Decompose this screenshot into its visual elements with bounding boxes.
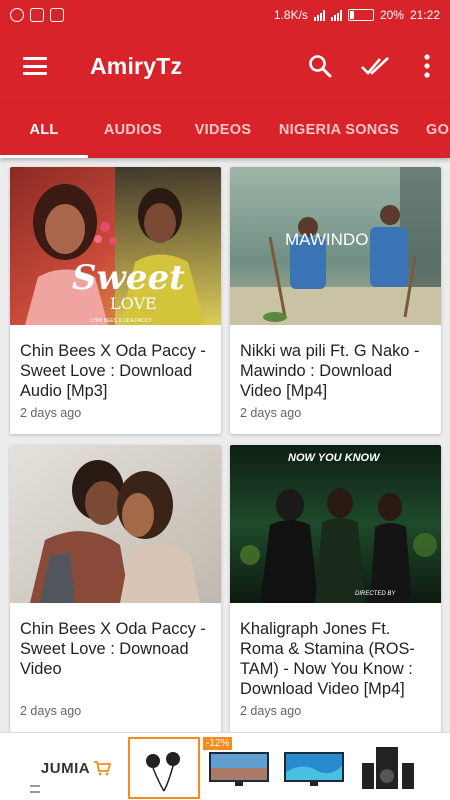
post-date: 2 days ago bbox=[20, 406, 82, 420]
battery-percent: 20% bbox=[379, 8, 404, 22]
screenshot-icon bbox=[50, 8, 64, 22]
network-speed: 1.8K/s bbox=[273, 8, 308, 22]
post-card[interactable]: MAWINDO Nikki wa pili Ft. G Nako - Mawin… bbox=[230, 167, 441, 434]
ad-brand: JUMIA bbox=[40, 759, 91, 777]
thumb-text: NOW YOU KNOW bbox=[288, 452, 381, 464]
instagram-icon bbox=[30, 8, 44, 22]
post-card[interactable]: Chin Bees X Oda Paccy - Sweet Love : Dow… bbox=[10, 445, 221, 732]
post-thumbnail bbox=[10, 445, 221, 603]
more-options-button[interactable] bbox=[404, 30, 450, 102]
ad-product-speakers[interactable] bbox=[353, 737, 423, 799]
more-vert-icon bbox=[424, 54, 430, 78]
post-title: Chin Bees X Oda Paccy - Sweet Love : Dow… bbox=[20, 342, 206, 400]
clock: 21:22 bbox=[409, 8, 440, 22]
post-thumbnail: NOW YOU KNOW DIRECTED BY bbox=[230, 445, 441, 603]
search-icon bbox=[309, 55, 332, 78]
battery-level bbox=[349, 11, 355, 19]
tv-icon-2 bbox=[284, 752, 344, 786]
earphones-icon bbox=[146, 752, 180, 792]
status-bar: 1.8K/s 20% 21:22 bbox=[0, 0, 450, 30]
signal-icon bbox=[313, 9, 325, 21]
speaker-icon bbox=[362, 747, 414, 789]
tab-audios[interactable]: AUDIOS bbox=[88, 102, 178, 158]
mark-all-read-button[interactable] bbox=[348, 30, 404, 102]
post-date: 2 days ago bbox=[240, 704, 302, 718]
post-card[interactable]: NOW YOU KNOW DIRECTED BY Khaligraph Jone… bbox=[230, 445, 441, 732]
app-bar: AmiryTz bbox=[0, 30, 450, 102]
tv-icon bbox=[209, 752, 269, 786]
battery-icon bbox=[347, 9, 374, 21]
search-button[interactable] bbox=[292, 30, 348, 102]
post-title: Nikki wa pili Ft. G Nako - Mawindo : Dow… bbox=[240, 342, 420, 400]
post-date: 2 days ago bbox=[20, 704, 82, 718]
thumb-subtext: DIRECTED BY bbox=[355, 591, 396, 597]
tab-indicator bbox=[0, 155, 88, 158]
discount-badge: -12% bbox=[203, 737, 233, 750]
menu-button[interactable] bbox=[0, 30, 70, 102]
thumb-caption: CHIN BEES X ODA PACCY bbox=[90, 318, 153, 324]
post-date: 2 days ago bbox=[240, 406, 302, 420]
thumb-text: MAWINDO bbox=[285, 230, 368, 249]
post-thumbnail: MAWINDO bbox=[230, 167, 441, 325]
cart-icon bbox=[94, 761, 112, 776]
ad-banner[interactable]: JUMIA -12% bbox=[0, 732, 450, 800]
post-title: Khaligraph Jones Ft. Roma & Stamina (ROS… bbox=[240, 620, 415, 698]
post-card[interactable]: Sweet LOVE CHIN BEES X ODA PACCY Chin Be… bbox=[10, 167, 221, 434]
thumb-text: Sweet bbox=[72, 258, 185, 298]
thumb-subtext: LOVE bbox=[110, 294, 157, 313]
signal-icon-2 bbox=[330, 9, 342, 21]
ad-product-tv[interactable] bbox=[278, 737, 350, 799]
whatsapp-icon bbox=[10, 8, 24, 22]
tab-all[interactable]: ALL bbox=[0, 102, 88, 158]
ad-info-icon[interactable] bbox=[30, 785, 40, 793]
tab-nigeria-songs[interactable]: NIGERIA SONGS bbox=[268, 102, 410, 158]
ad-product-smart-tv[interactable]: -12% bbox=[203, 737, 275, 799]
jumia-logo: JUMIA bbox=[28, 737, 124, 799]
post-thumbnail: Sweet LOVE CHIN BEES X ODA PACCY bbox=[10, 167, 221, 325]
app-title: AmiryTz bbox=[90, 52, 183, 79]
double-check-icon bbox=[361, 57, 389, 75]
tab-gospel[interactable]: GOS bbox=[410, 102, 450, 158]
ad-product-earphones[interactable] bbox=[128, 737, 200, 799]
category-tabs: ALL AUDIOS VIDEOS NIGERIA SONGS GOS bbox=[0, 102, 450, 158]
menu-icon bbox=[23, 57, 47, 75]
post-title: Chin Bees X Oda Paccy - Sweet Love : Dow… bbox=[20, 620, 206, 678]
tab-videos[interactable]: VIDEOS bbox=[178, 102, 268, 158]
